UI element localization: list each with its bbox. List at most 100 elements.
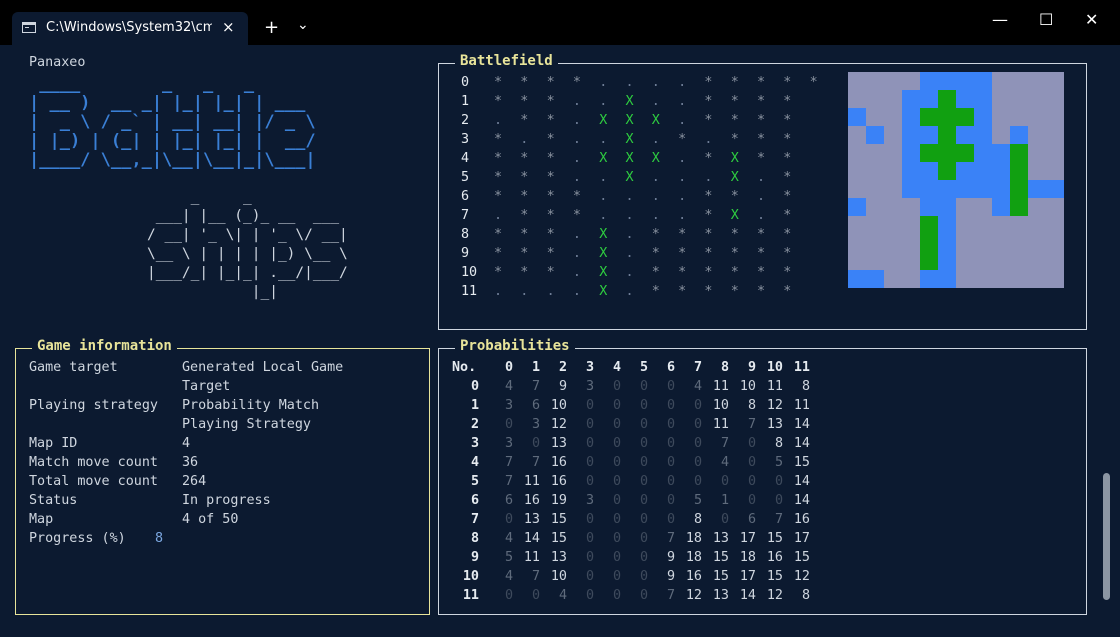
terminal-tab[interactable]: C:\Windows\System32\cmd.exe × xyxy=(12,12,248,45)
battlefield-unknown: * xyxy=(704,75,713,90)
probability-cell: 14 xyxy=(793,436,810,451)
probabilities-row-label: 6 xyxy=(470,493,479,508)
map-cell xyxy=(866,216,884,234)
probability-cell: 15 xyxy=(550,531,567,546)
battlefield-unknown: * xyxy=(494,189,503,204)
banner-line: / __| '_ \| | '_ \/ __| xyxy=(147,227,348,243)
probability-cell: 8 xyxy=(693,512,702,527)
window-close-button[interactable]: ✕ xyxy=(1085,10,1098,29)
battlefield-unknown: * xyxy=(494,94,503,109)
probability-cell: 0 xyxy=(774,474,783,489)
probability-cell: 11 xyxy=(523,474,540,489)
battlefield-unknown: * xyxy=(783,246,792,261)
battlefield-miss: . xyxy=(599,75,608,90)
battlefield-row-label: 2 xyxy=(461,113,470,128)
map-cell xyxy=(866,72,884,90)
probability-cell: 0 xyxy=(639,436,648,451)
probability-cell: 0 xyxy=(639,550,648,565)
probability-cell: 0 xyxy=(585,474,594,489)
probabilities-row-label: 7 xyxy=(470,512,479,527)
battlefield-miss: . xyxy=(546,284,555,299)
battlefield-unknown: * xyxy=(494,246,503,261)
map-cell xyxy=(848,108,866,126)
probability-cell: 4 xyxy=(504,379,513,394)
probability-cell: 1 xyxy=(720,493,729,508)
game-info-label: Match move count xyxy=(29,455,158,470)
minimize-button[interactable]: — xyxy=(992,10,1008,29)
probability-cell: 4 xyxy=(720,455,729,470)
battlefield-unknown: * xyxy=(546,75,555,90)
probability-cell: 7 xyxy=(504,455,513,470)
map-cell xyxy=(974,72,992,90)
battlefield-unknown: * xyxy=(704,94,713,109)
scrollbar-thumb[interactable] xyxy=(1103,473,1110,600)
probabilities-row-label: 5 xyxy=(470,474,479,489)
battlefield-unknown: * xyxy=(494,151,503,166)
probability-cell: 3 xyxy=(504,436,513,451)
battlefield-hit: X xyxy=(625,151,634,166)
battlefield-hit: X xyxy=(625,132,634,147)
battlefield-hit: X xyxy=(730,151,739,166)
probability-cell: 11 xyxy=(793,398,810,413)
map-cell xyxy=(974,234,992,252)
battlefield-unknown: * xyxy=(757,284,766,299)
battlefield-unknown: * xyxy=(730,94,739,109)
map-cell xyxy=(848,234,866,252)
probability-cell: 10 xyxy=(739,379,756,394)
battlefield-miss: . xyxy=(520,284,529,299)
battlefield-miss: . xyxy=(757,170,766,185)
map-cell xyxy=(866,252,884,270)
map-cell xyxy=(1028,162,1046,180)
probability-cell: 16 xyxy=(550,455,567,470)
probability-cell: 11 xyxy=(523,550,540,565)
game-info-title: Game information xyxy=(32,338,177,354)
battlefield-unknown: * xyxy=(704,265,713,280)
probabilities-column-header: 6 xyxy=(666,360,675,375)
maximize-button[interactable]: ☐ xyxy=(1039,10,1053,29)
battlefield-unknown: * xyxy=(757,132,766,147)
probability-cell: 0 xyxy=(585,512,594,527)
probability-cell: 0 xyxy=(504,588,513,603)
battlefield-unknown: * xyxy=(704,113,713,128)
battlefield-unknown: * xyxy=(783,227,792,242)
map-cell xyxy=(1046,270,1064,288)
battlefield-unknown: * xyxy=(520,246,529,261)
author-label: Panaxeo xyxy=(29,55,86,70)
terminal-icon xyxy=(22,22,36,33)
probability-cell: 0 xyxy=(774,493,783,508)
map-cell xyxy=(956,252,974,270)
probabilities-panel: Probabilities No. 0 1 2 3 4 5 6 7 8 9 10 11 0479300… xyxy=(438,338,1087,615)
title-bar: C:\Windows\System32\cmd.exe × + ⌄ — ☐ ✕ xyxy=(0,0,1120,45)
map-cell xyxy=(866,108,884,126)
probability-cell: 0 xyxy=(639,474,648,489)
probability-cell: 3 xyxy=(585,379,594,394)
map-cell xyxy=(848,126,866,144)
probability-cell: 18 xyxy=(685,531,702,546)
battlefield-unknown: * xyxy=(678,132,687,147)
map-cell xyxy=(848,90,866,108)
probability-cell: 0 xyxy=(666,436,675,451)
battlefield-unknown: * xyxy=(572,189,581,204)
battlefield-unknown: * xyxy=(678,246,687,261)
probability-cell: 0 xyxy=(666,417,675,432)
battlefield-miss: . xyxy=(651,189,660,204)
map-cell xyxy=(956,198,974,216)
battlefield-miss: . xyxy=(494,113,503,128)
battlefield-hit: X xyxy=(625,170,634,185)
map-cell xyxy=(884,72,902,90)
probability-cell: 13 xyxy=(712,531,729,546)
probability-cell: 16 xyxy=(793,512,810,527)
close-icon[interactable]: × xyxy=(222,18,235,36)
game-info-value: In progress xyxy=(182,493,271,508)
battlefield-hit: X xyxy=(651,113,660,128)
probability-cell: 8 xyxy=(774,436,783,451)
battlefield-unknown: * xyxy=(783,75,792,90)
probability-cell: 6 xyxy=(747,512,756,527)
probability-cell: 0 xyxy=(585,455,594,470)
new-tab-button[interactable]: + xyxy=(264,17,279,38)
probabilities-title: Probabilities xyxy=(455,338,575,354)
chevron-down-icon[interactable]: ⌄ xyxy=(297,17,309,33)
battlefield-unknown: * xyxy=(730,189,739,204)
map-cell xyxy=(866,144,884,162)
battlefield-unknown: * xyxy=(651,265,660,280)
